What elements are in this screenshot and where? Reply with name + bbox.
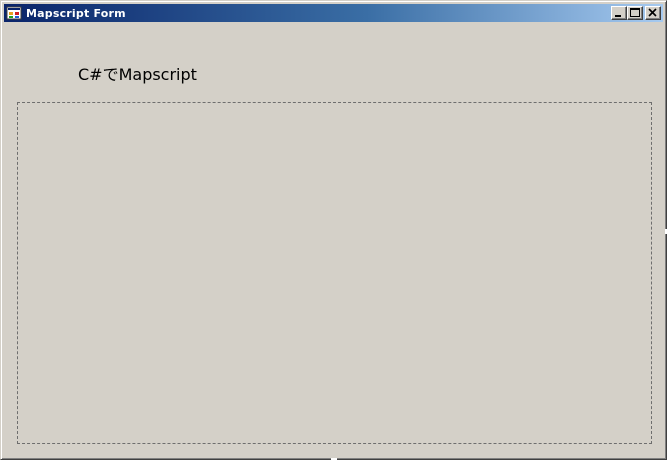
close-icon: [648, 8, 657, 17]
title-bar[interactable]: Mapscript Form: [4, 4, 663, 22]
map-panel[interactable]: [17, 102, 652, 444]
close-button[interactable]: [645, 6, 661, 20]
mapscript-label: C#でMapscript: [78, 65, 197, 84]
form-window: Mapscript Form C#でMapscript: [0, 0, 667, 461]
caption-buttons: [611, 6, 661, 20]
app-icon[interactable]: [6, 5, 22, 21]
maximize-button[interactable]: [627, 6, 643, 20]
window-title: Mapscript Form: [26, 6, 126, 20]
minimize-button[interactable]: [611, 6, 627, 20]
form-client-area: C#でMapscript: [5, 24, 663, 456]
maximize-icon: [630, 8, 640, 17]
minimize-icon: [615, 15, 621, 17]
